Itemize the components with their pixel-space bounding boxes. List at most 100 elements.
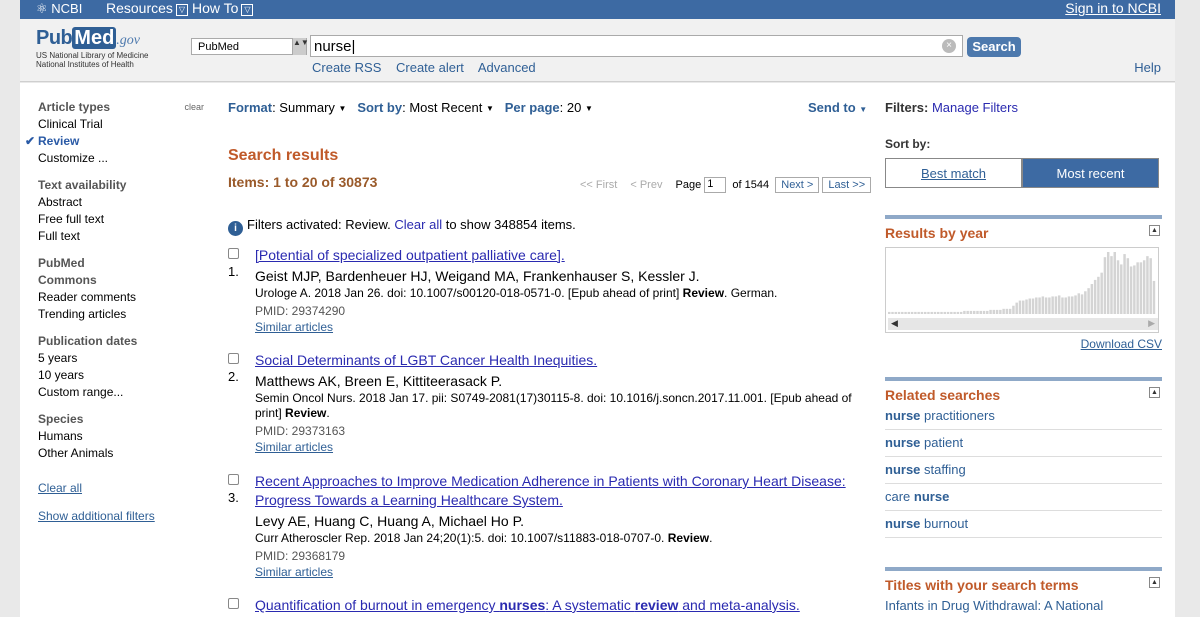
year-bar[interactable]	[888, 311, 891, 314]
year-bar[interactable]	[1084, 291, 1087, 314]
year-bar[interactable]	[1149, 258, 1152, 314]
filter-humans[interactable]: Humans	[38, 428, 208, 445]
year-bar[interactable]	[920, 311, 924, 314]
year-bar[interactable]	[1022, 300, 1025, 314]
year-bar[interactable]	[1025, 299, 1028, 314]
year-bar[interactable]	[1142, 260, 1146, 314]
filter-10-years[interactable]: 10 years	[38, 367, 208, 384]
result-title-link[interactable]: Social Determinants of LGBT Cancer Healt…	[255, 351, 878, 370]
year-bar[interactable]	[917, 311, 920, 314]
year-bar[interactable]	[1139, 262, 1143, 314]
filter-5-years[interactable]: 5 years	[38, 350, 208, 367]
howto-menu[interactable]: How To ▽	[192, 0, 254, 16]
clear-article-types[interactable]: clear	[184, 99, 204, 116]
year-bar[interactable]	[1133, 265, 1136, 314]
manage-filters-link[interactable]: Manage Filters	[932, 100, 1018, 115]
year-bar[interactable]	[1123, 254, 1126, 314]
filter-free-full-text[interactable]: Free full text	[38, 211, 208, 228]
year-bar[interactable]	[943, 311, 947, 314]
year-bar[interactable]	[953, 311, 956, 314]
year-bar[interactable]	[950, 311, 953, 314]
year-bar[interactable]	[1097, 276, 1100, 314]
create-rss-link[interactable]: Create RSS	[312, 60, 381, 75]
per-page-dropdown[interactable]: Per page: 20 ▼	[505, 100, 593, 115]
year-bar[interactable]	[1129, 266, 1133, 314]
year-bar[interactable]	[1002, 308, 1005, 314]
filter-full-text[interactable]: Full text	[38, 228, 208, 245]
year-bar[interactable]	[910, 311, 914, 314]
year-bar[interactable]	[1048, 297, 1051, 314]
title-item-link[interactable]: Infants in Drug Withdrawal: A National	[885, 593, 1162, 613]
result-title-link[interactable]: [Potential of specialized outpatient pal…	[255, 246, 878, 265]
year-bar[interactable]	[1054, 296, 1058, 314]
year-bar[interactable]	[1018, 300, 1022, 314]
year-bar[interactable]	[956, 311, 960, 314]
result-title-link[interactable]: Quantification of burnout in emergency n…	[255, 596, 878, 615]
create-alert-link[interactable]: Create alert	[396, 60, 464, 75]
year-bar[interactable]	[1090, 284, 1094, 314]
filter-abstract[interactable]: Abstract	[38, 194, 208, 211]
year-bar[interactable]	[1080, 294, 1084, 314]
year-bar[interactable]	[1012, 305, 1015, 314]
year-bar[interactable]	[1152, 280, 1156, 314]
collapse-toggle-icon[interactable]: ▲	[1149, 225, 1160, 236]
next-page-button[interactable]: Next >	[775, 177, 820, 193]
related-search-item[interactable]: nurse staffing	[885, 457, 1162, 484]
format-dropdown[interactable]: Format: Summary ▼	[228, 100, 346, 115]
scroll-right-icon[interactable]: ▶	[1148, 318, 1155, 329]
year-bar[interactable]	[1061, 297, 1064, 314]
filter-review[interactable]: ✔ Review	[25, 133, 208, 150]
year-bar[interactable]	[946, 311, 950, 314]
similar-articles-link[interactable]: Similar articles	[255, 319, 878, 335]
page-input[interactable]: 1	[704, 177, 727, 194]
year-bar[interactable]	[1041, 296, 1045, 314]
notice-clear-all-link[interactable]: Clear all	[394, 217, 442, 232]
prev-page-link[interactable]: < Prev	[630, 179, 662, 191]
year-bar[interactable]	[1146, 256, 1149, 314]
clear-all-link[interactable]: Clear all	[38, 480, 208, 497]
year-bar[interactable]	[914, 311, 917, 314]
year-bar[interactable]	[1044, 297, 1048, 314]
year-bar[interactable]	[891, 311, 894, 314]
year-bar[interactable]	[969, 310, 973, 314]
related-search-item[interactable]: nurse practitioners	[885, 403, 1162, 430]
year-bar[interactable]	[940, 311, 943, 314]
year-bar[interactable]	[966, 310, 969, 314]
year-bar[interactable]	[1093, 279, 1097, 314]
related-search-item[interactable]: nurse patient	[885, 430, 1162, 457]
similar-articles-link[interactable]: Similar articles	[255, 564, 878, 580]
resources-menu[interactable]: Resources ▽	[106, 0, 188, 16]
year-bar[interactable]	[992, 309, 996, 314]
advanced-link[interactable]: Advanced	[478, 60, 536, 75]
result-checkbox[interactable]	[228, 248, 239, 259]
year-bar[interactable]	[959, 311, 963, 314]
filter-trending-articles[interactable]: Trending articles	[38, 306, 208, 323]
year-bar[interactable]	[976, 310, 979, 314]
collapse-toggle-icon[interactable]: ▲	[1149, 577, 1160, 588]
clear-search-icon[interactable]: ×	[942, 39, 956, 53]
scroll-left-icon[interactable]: ◀	[891, 318, 898, 329]
year-bar[interactable]	[986, 310, 989, 314]
filter-clinical-trial[interactable]: Clinical Trial	[38, 116, 208, 133]
year-bar[interactable]	[1100, 272, 1103, 314]
result-checkbox[interactable]	[228, 598, 239, 609]
year-bar[interactable]	[1110, 256, 1113, 314]
year-bar[interactable]	[904, 311, 907, 314]
year-bar[interactable]	[923, 311, 927, 314]
year-bar[interactable]	[894, 311, 898, 314]
filter-other-animals[interactable]: Other Animals	[38, 445, 208, 462]
year-bar[interactable]	[995, 309, 999, 314]
year-bar[interactable]	[1005, 308, 1009, 314]
result-checkbox[interactable]	[228, 353, 239, 364]
related-search-item[interactable]: care nurse	[885, 484, 1162, 511]
year-bar[interactable]	[999, 309, 1002, 314]
filter-custom-range[interactable]: Custom range...	[38, 384, 208, 401]
result-checkbox[interactable]	[228, 474, 239, 485]
year-bar[interactable]	[1074, 295, 1077, 314]
year-bar[interactable]	[1035, 297, 1038, 314]
search-input[interactable]: nurse| ×	[310, 35, 963, 57]
year-bar[interactable]	[1071, 296, 1074, 314]
result-title-link[interactable]: Recent Approaches to Improve Medication …	[255, 472, 878, 510]
filter-reader-comments[interactable]: Reader comments	[38, 289, 208, 306]
year-bar[interactable]	[1103, 257, 1107, 314]
